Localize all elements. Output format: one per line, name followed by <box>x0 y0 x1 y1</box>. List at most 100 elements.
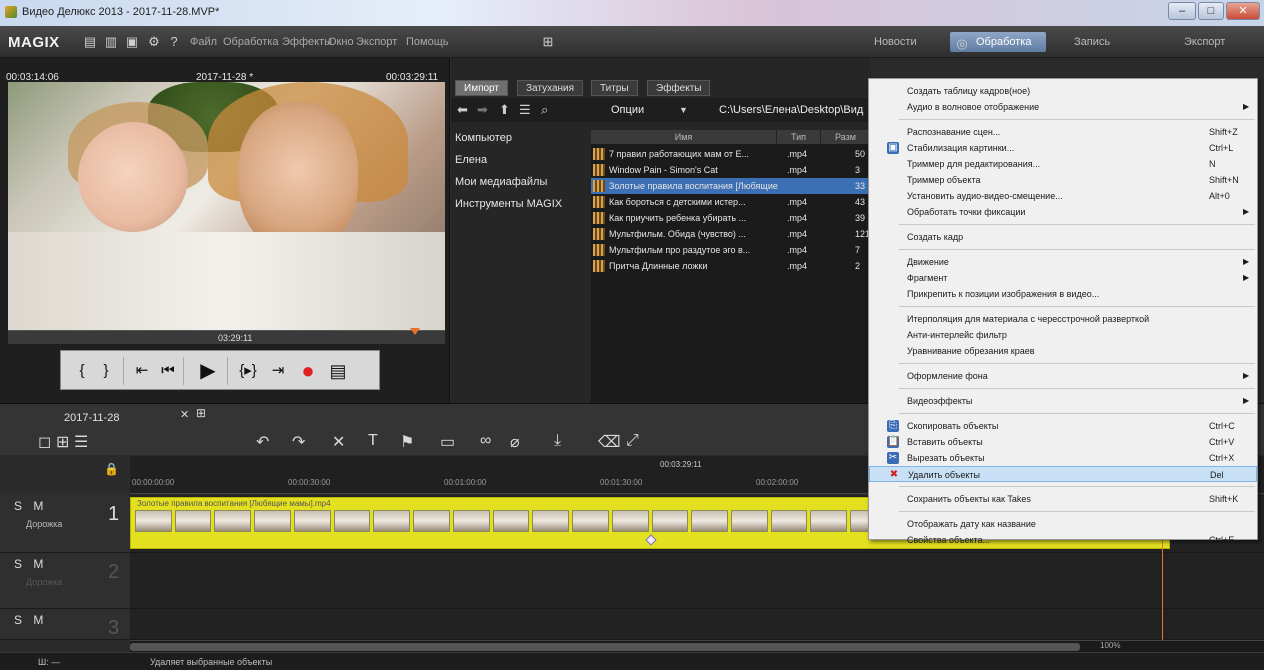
volume-handle-icon[interactable] <box>645 534 657 546</box>
help-icon[interactable]: ? <box>166 34 182 50</box>
context-menu-item[interactable]: ✖ Удалить объекты Del <box>869 466 1257 482</box>
track-header-2[interactable]: S M 2 Дорожка <box>0 553 130 609</box>
tab-effects[interactable]: Эффекты <box>647 80 711 96</box>
track-solo-mute[interactable]: S M <box>14 557 47 571</box>
chevron-down-icon[interactable]: ▼ <box>679 105 688 115</box>
track-header-3[interactable]: S M 3 <box>0 609 130 640</box>
context-menu-item[interactable]: Распознавание сцен... Shift+Z <box>869 124 1257 140</box>
context-menu-item[interactable]: Отображать дату как название <box>869 516 1257 532</box>
context-menu-item[interactable]: Свойства объекта... Ctrl+E <box>869 532 1257 548</box>
forward-icon[interactable]: ➡ <box>477 102 488 118</box>
context-menu-item[interactable]: ⎘ Скопировать объекты Ctrl+C <box>869 418 1257 434</box>
file-row[interactable]: Мультфильм. Обида (чувство) ... .mp4 121 <box>591 226 871 242</box>
scene-view-icon[interactable]: ⊞ <box>56 432 69 452</box>
toolbar-icon[interactable]: ⊞ <box>540 34 556 50</box>
file-row[interactable]: Мультфильм про раздутое эго в... .mp4 7 <box>591 242 871 258</box>
menu-window[interactable]: Окно <box>328 36 354 48</box>
marker-icon[interactable]: ⚑ <box>400 432 414 452</box>
tab-import[interactable]: Импорт <box>455 80 508 96</box>
context-menu-item[interactable]: Видеоэффекты ▶ <box>869 393 1257 409</box>
tab-titles[interactable]: Титры <box>591 80 638 96</box>
column-name[interactable]: Имя <box>591 130 777 144</box>
unlink-icon[interactable]: ⌀ <box>510 432 520 452</box>
context-menu-item[interactable]: Аудио в волновое отображение ▶ <box>869 99 1257 115</box>
scrub-bar[interactable]: 03:29:11 <box>8 328 445 344</box>
maximize-button[interactable]: □ <box>1198 2 1224 20</box>
close-tab-icon[interactable]: ✕ <box>180 408 189 421</box>
column-type[interactable]: Тип <box>777 130 821 144</box>
new-file-icon[interactable]: ▤ <box>82 34 98 50</box>
context-menu-item[interactable]: Итерполяция для материала с чересстрочно… <box>869 311 1257 327</box>
save-icon[interactable]: ▣ <box>124 34 140 50</box>
context-menu-item[interactable]: Фрагмент ▶ <box>869 270 1257 286</box>
folder-path[interactable]: C:\Users\Елена\Desktop\Вид <box>719 104 871 116</box>
context-menu-item[interactable]: Обработать точки фиксации ▶ <box>869 204 1257 220</box>
context-menu-item[interactable]: Прикрепить к позиции изображения в видео… <box>869 286 1257 302</box>
nav-computer[interactable]: Компьютер <box>455 132 512 144</box>
context-menu-item[interactable]: ▣ Стабилизация картинки... Ctrl+L <box>869 140 1257 156</box>
context-menu-item[interactable]: Оформление фона ▶ <box>869 368 1257 384</box>
prev-marker-icon[interactable]: ⇤ <box>131 359 153 383</box>
timeline-view-icon[interactable]: ☰ <box>74 432 88 452</box>
nav-magix-tools[interactable]: Инструменты MAGIX <box>455 198 562 210</box>
mode-export[interactable]: Экспорт <box>1178 32 1231 52</box>
context-menu-item[interactable]: 📋 Вставить объекты Ctrl+V <box>869 434 1257 450</box>
mode-record[interactable]: Запись <box>1068 32 1116 52</box>
context-menu-item[interactable]: Сохранить объекты как Takes Shift+K <box>869 491 1257 507</box>
context-menu-item[interactable]: Анти-интерлейс фильтр <box>869 327 1257 343</box>
mouse-mode-icon[interactable]: ▭ <box>440 432 455 452</box>
zoom-level[interactable]: 100% <box>1100 641 1120 650</box>
menu-help[interactable]: Помощь <box>406 36 449 48</box>
scrub-marker-icon[interactable] <box>410 328 420 335</box>
menu-export[interactable]: Экспорт <box>356 36 397 48</box>
file-row[interactable]: 7 правил работающих мам от Е... .mp4 50 <box>591 146 871 162</box>
tab-transitions[interactable]: Затухания <box>517 80 584 96</box>
context-menu-item[interactable]: Установить аудио-видео-смещение... Alt+0 <box>869 188 1257 204</box>
next-marker-icon[interactable]: ⇥ <box>267 359 289 383</box>
file-row[interactable]: Как бороться с детскими истер... .mp4 43 <box>591 194 871 210</box>
nav-my-media[interactable]: Мои медиафайлы <box>455 176 547 188</box>
add-tab-icon[interactable]: ⊞ <box>196 406 206 420</box>
menu-edit[interactable]: Обработка <box>223 36 278 48</box>
file-row[interactable]: Как приучить ребенка убирать ... .mp4 39 <box>591 210 871 226</box>
open-file-icon[interactable]: ▥ <box>103 34 119 50</box>
scrollbar-thumb[interactable] <box>130 643 1080 651</box>
column-size[interactable]: Разм <box>821 130 871 144</box>
track-lane-2[interactable] <box>130 553 1264 609</box>
track-solo-mute[interactable]: S M <box>14 499 47 513</box>
record-icon[interactable]: ● <box>297 359 319 383</box>
timeline-scrollbar[interactable]: 100% <box>130 640 1264 652</box>
play-icon[interactable]: ▶ <box>197 359 219 383</box>
redo-icon[interactable]: ↷ <box>292 432 305 452</box>
cut-tool-icon[interactable]: ⤓ <box>554 432 561 450</box>
mode-news[interactable]: Новости <box>868 32 923 52</box>
settings-icon[interactable]: ⚙ <box>146 34 162 50</box>
to-start-icon[interactable]: ⏮ <box>157 359 179 383</box>
menu-file[interactable]: Файл <box>190 36 217 48</box>
play-range-icon[interactable]: {▸} <box>237 359 259 383</box>
nav-elena[interactable]: Елена <box>455 154 487 166</box>
search-icon[interactable]: ⌕ <box>541 102 548 118</box>
file-row[interactable]: Window Pain - Simon's Cat .mp4 3 <box>591 162 871 178</box>
up-folder-icon[interactable]: ⬆ <box>499 102 510 118</box>
minimize-button[interactable]: – <box>1168 2 1196 20</box>
context-menu-item[interactable]: Движение ▶ <box>869 254 1257 270</box>
view-icon[interactable]: ☰ <box>519 102 531 118</box>
link-icon[interactable]: ∞ <box>480 432 491 450</box>
lock-icon[interactable]: 🔒 <box>104 462 119 476</box>
title-icon[interactable]: T <box>368 432 378 450</box>
fit-icon[interactable]: ⤢ <box>626 432 639 450</box>
undo-icon[interactable]: ↶ <box>256 432 269 452</box>
video-frame[interactable] <box>8 82 445 330</box>
file-row[interactable]: Притча Длинные ложки .mp4 2 <box>591 258 871 274</box>
eraser-icon[interactable]: ⌫ <box>598 432 621 452</box>
context-menu-item[interactable]: ✂ Вырезать объекты Ctrl+X <box>869 450 1257 466</box>
context-menu-item[interactable]: Создать таблицу кадров(ное) <box>869 83 1257 99</box>
close-button[interactable]: ✕ <box>1226 2 1260 20</box>
menu-effects[interactable]: Эффекты <box>282 36 332 48</box>
context-menu-item[interactable]: Триммер для редактирования... N <box>869 156 1257 172</box>
project-tab[interactable]: 2017-11-28 <box>64 412 119 424</box>
fullscreen-icon[interactable]: ▤ <box>327 359 349 383</box>
file-row[interactable]: Золотые правила воспитания [Любящие мамы… <box>591 178 871 194</box>
storyboard-view-icon[interactable]: ◻ <box>38 432 51 452</box>
